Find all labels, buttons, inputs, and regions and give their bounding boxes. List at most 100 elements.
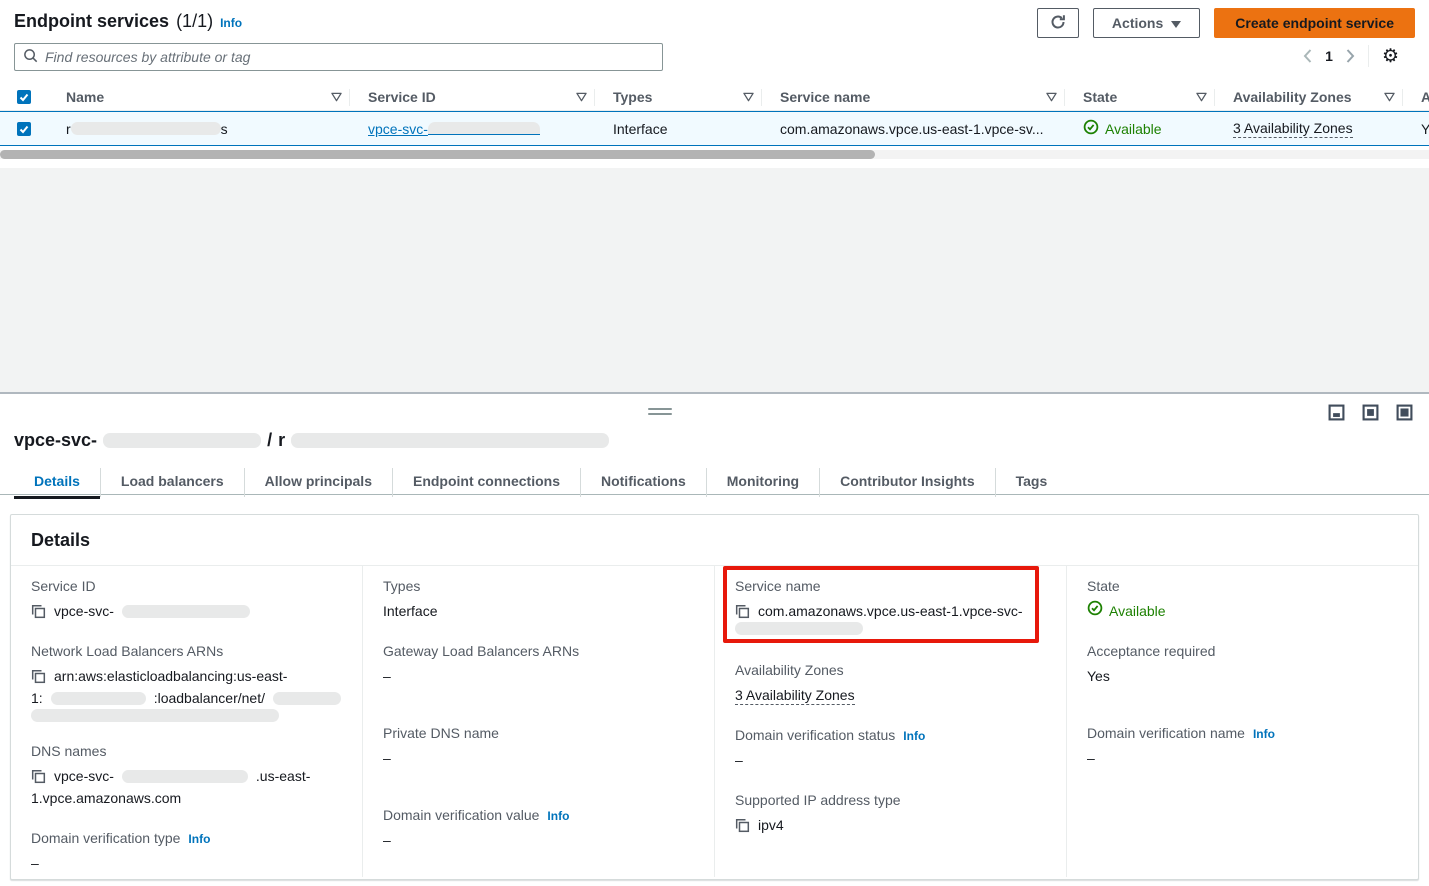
redacted-text	[51, 692, 146, 705]
tab-contributor-insights[interactable]: Contributor Insights	[819, 468, 995, 497]
tab-endpoint-connections[interactable]: Endpoint connections	[392, 468, 580, 497]
horizontal-scrollbar[interactable]	[0, 150, 1429, 159]
field-domain-verification-status: Domain verification status Info –	[735, 727, 1046, 771]
info-link[interactable]: Info	[547, 809, 569, 823]
table-preferences-gear-icon[interactable]: ⚙	[1382, 47, 1399, 66]
pagination-divider	[1368, 45, 1369, 67]
page-title: Endpoint services	[14, 11, 169, 32]
filter-icon[interactable]	[743, 92, 754, 102]
refresh-button[interactable]	[1037, 8, 1079, 38]
copy-icon[interactable]	[31, 769, 46, 784]
column-label: Service ID	[368, 89, 436, 105]
redacted-text	[273, 692, 341, 705]
tab-tags[interactable]: Tags	[995, 468, 1068, 497]
field-glb-arns: Gateway Load Balancers ARNs –	[383, 643, 694, 687]
refresh-icon	[1050, 14, 1066, 33]
tab-details[interactable]: Details	[14, 468, 100, 497]
current-page-number[interactable]: 1	[1325, 48, 1333, 64]
column-header-service-name[interactable]: Service name	[762, 84, 1065, 110]
column-label: Name	[66, 89, 104, 105]
horizontal-scrollbar-thumb[interactable]	[0, 150, 875, 159]
table-header-row: Name Service ID Types Service name State…	[0, 84, 1429, 111]
field-value: –	[1087, 747, 1398, 769]
column-label: Availability Zones	[1233, 89, 1352, 105]
search-icon	[23, 48, 38, 66]
column-header-types[interactable]: Types	[595, 84, 762, 110]
field-value: –	[383, 747, 694, 769]
select-all-cell	[0, 84, 48, 110]
filter-icon[interactable]	[1046, 92, 1057, 102]
availability-zones-popover-trigger[interactable]: 3 Availability Zones	[1233, 120, 1353, 138]
column-header-state[interactable]: State	[1065, 84, 1215, 110]
split-panel-title-separator: /	[267, 430, 272, 451]
split-panel-drag-handle[interactable]	[648, 408, 672, 418]
field-value: Yes	[1087, 665, 1398, 687]
page-background	[0, 168, 1429, 392]
field-state: State Available	[1087, 578, 1398, 622]
redacted-text	[103, 433, 261, 448]
field-value: Interface	[383, 600, 694, 622]
search-box[interactable]	[14, 43, 663, 71]
info-link[interactable]: Info	[188, 832, 210, 846]
info-link[interactable]: Info	[1253, 727, 1275, 741]
details-card: Details Service ID vpce-svc- Network Loa…	[10, 514, 1419, 880]
filter-icon[interactable]	[1384, 92, 1395, 102]
table-row[interactable]: r s vpce-svc- Interface com.amazonaws.vp…	[0, 111, 1429, 146]
next-page-button[interactable]	[1346, 49, 1355, 63]
field-label: State	[1087, 578, 1398, 594]
actions-button[interactable]: Actions	[1093, 8, 1200, 38]
state-value: Available	[1109, 600, 1166, 622]
filter-icon[interactable]	[1196, 92, 1207, 102]
field-dns-names: DNS names vpce-svc- .us-east- 1.vpce.ama…	[31, 743, 342, 809]
redacted-text	[291, 433, 609, 448]
state-label: Available	[1105, 121, 1162, 137]
copy-icon[interactable]	[735, 818, 750, 833]
filter-icon[interactable]	[576, 92, 587, 102]
resource-count: (1/1)	[176, 11, 213, 32]
nlb-arn-line2-mid: :loadbalancer/net/	[154, 687, 265, 709]
tab-load-balancers[interactable]: Load balancers	[100, 468, 244, 497]
split-panel-position-controls	[1328, 404, 1413, 424]
nlb-arn-line2-start: 1:	[31, 687, 43, 709]
tab-monitoring[interactable]: Monitoring	[706, 468, 819, 497]
service-id-link[interactable]: vpce-svc-	[368, 121, 540, 137]
row-cell-name: r s	[48, 121, 350, 137]
toolbar-buttons: Actions Create endpoint service	[1037, 8, 1415, 38]
details-column-4: State Available Acceptance required Yes	[1066, 566, 1418, 877]
copy-icon[interactable]	[31, 604, 46, 619]
availability-zones-popover-trigger[interactable]: 3 Availability Zones	[735, 687, 855, 705]
select-all-checkbox[interactable]	[17, 90, 31, 104]
field-label: DNS names	[31, 743, 342, 759]
tab-allow-principals[interactable]: Allow principals	[244, 468, 392, 497]
filter-icon[interactable]	[331, 92, 342, 102]
column-header-name[interactable]: Name	[48, 84, 350, 110]
field-domain-verification-value: Domain verification value Info –	[383, 807, 694, 851]
field-private-dns-name: Private DNS name –	[383, 725, 694, 769]
split-panel-half-icon[interactable]	[1362, 404, 1379, 424]
split-panel-bottom-icon[interactable]	[1328, 404, 1345, 424]
split-panel-full-icon[interactable]	[1396, 404, 1413, 424]
page-header: Endpoint services (1/1) Info	[14, 11, 242, 32]
row-cell-service-name: com.amazonaws.vpce.us-east-1.vpce-sv...	[762, 121, 1065, 137]
previous-page-button[interactable]	[1303, 49, 1312, 63]
field-label: Service ID	[31, 578, 342, 594]
field-value: –	[735, 749, 1046, 771]
split-panel-title-second-prefix: r	[278, 430, 285, 451]
split-panel: vpce-svc- / r Details Load balancers All…	[0, 392, 1429, 886]
row-cell-types: Interface	[595, 121, 762, 137]
search-input[interactable]	[45, 49, 654, 65]
column-header-availability-zones[interactable]: Availability Zones	[1215, 84, 1403, 110]
create-endpoint-service-button[interactable]: Create endpoint service	[1214, 8, 1415, 38]
details-column-1: Service ID vpce-svc- Network Load Balanc…	[11, 566, 362, 877]
row-checkbox[interactable]	[17, 122, 31, 136]
column-header-truncated[interactable]: A	[1403, 84, 1429, 110]
details-column-3: Service name com.amazonaws.vpce.us-east-…	[714, 566, 1066, 877]
copy-icon[interactable]	[735, 604, 750, 619]
redacted-text	[31, 709, 279, 722]
info-link[interactable]: Info	[903, 729, 925, 743]
page-info-link[interactable]: Info	[220, 16, 242, 30]
endpoint-services-table: Name Service ID Types Service name State…	[0, 84, 1429, 146]
copy-icon[interactable]	[31, 669, 46, 684]
tab-notifications[interactable]: Notifications	[580, 468, 706, 497]
column-header-service-id[interactable]: Service ID	[350, 84, 595, 110]
